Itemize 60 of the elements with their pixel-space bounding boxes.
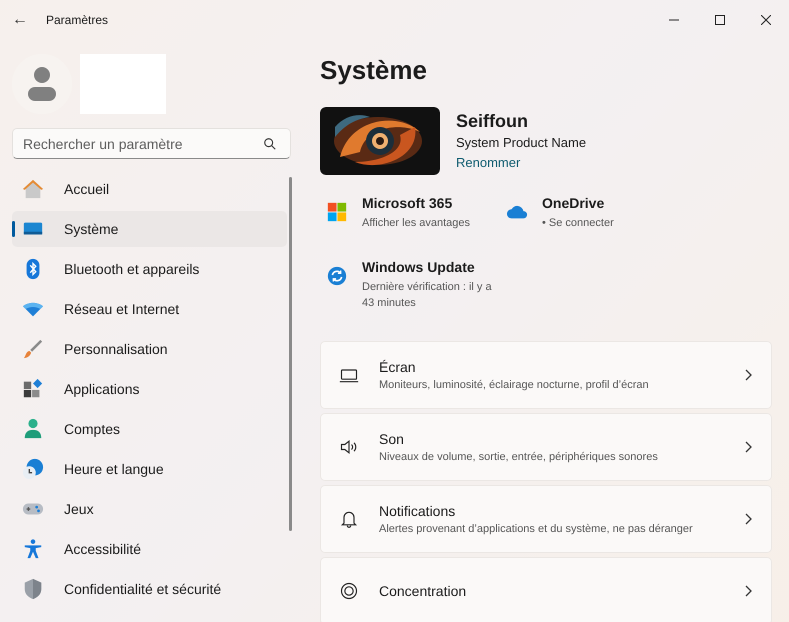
- sidebar-item[interactable]: Système: [12, 211, 288, 247]
- person-icon: [27, 66, 57, 102]
- sidebar-item[interactable]: Applications: [12, 371, 288, 407]
- accessibility-icon: [22, 538, 44, 560]
- tile-title: OneDrive: [542, 194, 606, 213]
- search-icon: [263, 137, 277, 151]
- refresh-icon: [326, 265, 348, 287]
- device-name: Seiffoun: [456, 110, 529, 133]
- chevron-icon: [745, 513, 753, 525]
- sidebar-item[interactable]: Réseau et Internet: [12, 291, 288, 327]
- card-title: Notifications: [379, 502, 456, 521]
- sidebar-item[interactable]: Jeux: [12, 491, 288, 527]
- apps-icon: [22, 378, 44, 400]
- tile-subtitle: • Se connecter: [542, 216, 615, 231]
- sidebar-item[interactable]: Accessibilité: [12, 531, 288, 567]
- card-subtitle: Niveaux de volume, sortie, entrée, périphériques sonores: [379, 450, 659, 465]
- tile-subtitle: Afficher les avantages: [362, 216, 472, 231]
- settings-card[interactable]: Écran Moniteurs, luminosité, éclairage nocturne, profil d’écran: [320, 341, 772, 409]
- sidebar-item[interactable]: Accueil: [12, 171, 288, 207]
- brush-icon: [22, 338, 44, 360]
- sidebar-item[interactable]: Confidentialité et sécurité: [12, 571, 288, 607]
- card-title: Son: [379, 430, 405, 449]
- card-title: Écran: [379, 358, 417, 377]
- bell-icon: [339, 509, 359, 529]
- tile-title: Microsoft 365: [362, 194, 454, 213]
- info-tile[interactable]: OneDrive • Se connecter: [500, 193, 720, 231]
- rename-link[interactable]: Renommer: [456, 153, 586, 173]
- close-icon: [761, 15, 771, 25]
- scrollbar[interactable]: [289, 177, 292, 531]
- device-model: System Product Name: [456, 134, 586, 152]
- page-title: Système: [320, 54, 428, 87]
- sidebar-item[interactable]: Bluetooth et appareils: [12, 251, 288, 287]
- window-title: Paramètres: [46, 12, 108, 29]
- shield-icon: [22, 578, 44, 600]
- chevron-icon: [745, 441, 753, 453]
- four-squares-icon: [326, 201, 348, 223]
- person-icon: [22, 418, 44, 440]
- info-tile[interactable]: Microsoft 365 Afficher les avantages: [320, 193, 500, 231]
- globe-clock-icon: [22, 458, 44, 480]
- info-tile[interactable]: Windows Update Dernière vérification : il y a 43 minutes: [320, 257, 500, 311]
- search-field[interactable]: Rechercher un paramètre: [12, 128, 291, 159]
- settings-card[interactable]: Son Niveaux de volume, sortie, entrée, périphériques sonores: [320, 413, 772, 481]
- sidebar-item[interactable]: Comptes: [12, 411, 288, 447]
- tile-subtitle: Dernière vérification : il y a 43 minutes: [362, 280, 493, 311]
- selection-indicator: [12, 221, 15, 237]
- chevron-icon: [745, 369, 753, 381]
- house-icon: [22, 178, 44, 200]
- card-title: Concentration: [379, 582, 468, 601]
- maximize-icon: [715, 15, 725, 25]
- focus-icon: [339, 581, 359, 601]
- tile-title: Windows Update: [362, 258, 476, 277]
- settings-card[interactable]: Concentration: [320, 557, 772, 622]
- card-subtitle: Alertes provenant d’applications et du système, ne pas déranger: [379, 522, 694, 537]
- back-button[interactable]: ←: [0, 0, 40, 40]
- chevron-icon: [745, 585, 753, 597]
- speaker-icon: [339, 437, 359, 457]
- sidebar-item[interactable]: Personnalisation: [12, 331, 288, 367]
- settings-card[interactable]: Notifications Alertes provenant d’applications et du système, ne pas déranger: [320, 485, 772, 553]
- sidebar-item[interactable]: Heure et langue: [12, 451, 288, 487]
- card-subtitle: Moniteurs, luminosité, éclairage nocturne, profil d’écran: [379, 378, 650, 393]
